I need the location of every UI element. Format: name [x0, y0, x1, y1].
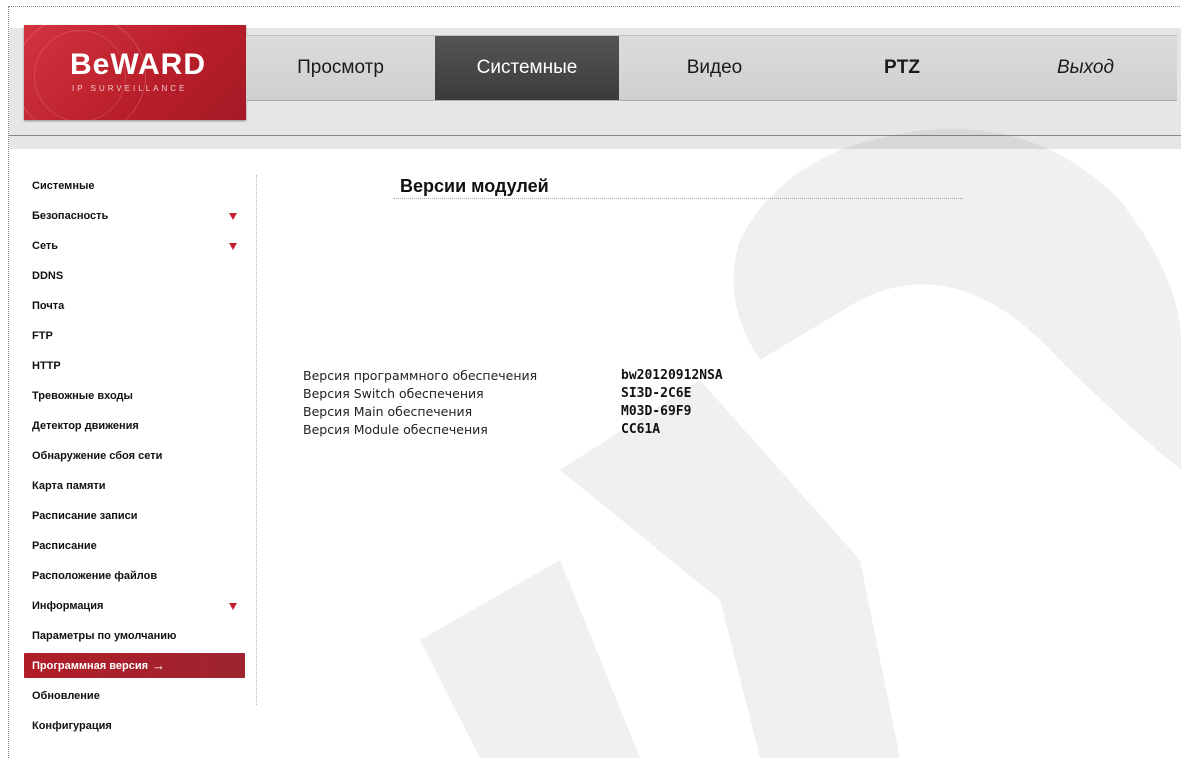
- version-label: Версия Main обеспечения: [303, 403, 473, 419]
- sidebar-item-label: Карта памяти: [32, 480, 106, 492]
- sidebar-item-label: Почта: [32, 300, 65, 312]
- logo-wordmark: BeWARD: [70, 48, 207, 81]
- sidebar-divider: [256, 175, 257, 705]
- expand-arrow-icon[interactable]: [229, 243, 237, 250]
- version-row: Версия Module обеспечения CC61A: [303, 420, 723, 438]
- tab-ptz[interactable]: PTZ: [810, 36, 994, 100]
- sidebar-item-mail[interactable]: Почта: [24, 291, 245, 321]
- sidebar-item-memory-card[interactable]: Карта памяти: [24, 471, 245, 501]
- sidebar-item-label: Информация: [32, 600, 104, 612]
- sidebar-item-label: Обновление: [32, 690, 100, 702]
- arrow-right-icon: →: [152, 658, 166, 673]
- sidebar-item-file-location[interactable]: Расположение файлов: [24, 561, 245, 591]
- expand-arrow-icon[interactable]: [229, 213, 237, 220]
- sidebar-item-label: Сеть: [32, 240, 59, 252]
- sidebar-item-label: Безопасность: [32, 210, 109, 222]
- sidebar-item-defaults[interactable]: Параметры по умолчанию: [24, 621, 245, 651]
- version-row: Версия программного обеспечения bw201209…: [303, 366, 723, 384]
- sidebar-item-motion-detector[interactable]: Детектор движения: [24, 411, 245, 441]
- sidebar-item-firmware-version[interactable]: Программная версия →: [24, 653, 245, 678]
- version-row: Версия Main обеспечения M03D-69F9: [303, 402, 723, 420]
- sidebar-item-label: Расположение файлов: [32, 570, 158, 582]
- tab-system[interactable]: Системные: [435, 36, 619, 100]
- sidebar-item-http[interactable]: HTTP: [24, 351, 245, 381]
- page-title: Версии модулей: [400, 176, 549, 196]
- sidebar-item-label: Параметры по умолчанию: [32, 630, 177, 642]
- version-label: Версия программного обеспечения: [303, 367, 538, 383]
- sidebar-item-information[interactable]: Информация: [24, 591, 245, 621]
- sidebar-item-update[interactable]: Обновление: [24, 681, 245, 711]
- version-value: bw20120912NSA: [621, 367, 723, 383]
- sidebar-item-security[interactable]: Безопасность: [24, 201, 245, 231]
- tab-view[interactable]: Просмотр: [246, 36, 435, 100]
- sidebar-item-network-failure[interactable]: Обнаружение сбоя сети: [24, 441, 245, 471]
- sidebar-item-label: Расписание записи: [32, 510, 138, 522]
- version-value: CC61A: [621, 421, 661, 437]
- logo-tagline: IP SURVEILLANCE: [72, 84, 188, 93]
- sidebar-item-record-schedule[interactable]: Расписание записи: [24, 501, 245, 531]
- expand-arrow-icon[interactable]: [229, 603, 237, 610]
- version-value: M03D-69F9: [621, 403, 692, 419]
- sidebar-item-configuration[interactable]: Конфигурация: [24, 711, 245, 741]
- sidebar-item-system[interactable]: Системные: [24, 171, 245, 201]
- sidebar: Системные Безопасность Сеть DDNS Почта F…: [24, 168, 254, 756]
- sidebar-item-label: HTTP: [32, 360, 61, 372]
- sidebar-item-label: Системные: [32, 180, 95, 192]
- sidebar-item-label: Детектор движения: [32, 420, 139, 432]
- sidebar-item-network[interactable]: Сеть: [24, 231, 245, 261]
- versions-table: Версия программного обеспечения bw201209…: [303, 366, 723, 438]
- beward-logo[interactable]: BeWARD IP SURVEILLANCE: [24, 25, 246, 120]
- sidebar-item-alarm-inputs[interactable]: Тревожные входы: [24, 381, 245, 411]
- sidebar-item-label: FTP: [32, 330, 53, 342]
- sidebar-item-label: Тревожные входы: [32, 390, 133, 402]
- title-divider: [393, 198, 963, 199]
- version-row: Версия Switch обеспечения SI3D-2C6E: [303, 384, 723, 402]
- sidebar-item-ftp[interactable]: FTP: [24, 321, 245, 351]
- sidebar-item-schedule[interactable]: Расписание: [24, 531, 245, 561]
- top-nav: Просмотр Системные Видео PTZ Выход: [246, 35, 1177, 101]
- sidebar-item-label: Расписание: [32, 540, 97, 552]
- header-divider: [9, 135, 1181, 136]
- sidebar-item-label: Конфигурация: [32, 720, 112, 732]
- sidebar-item-label: Обнаружение сбоя сети: [32, 450, 163, 462]
- sidebar-item-label: Программная версия: [32, 659, 149, 672]
- sidebar-item-ddns[interactable]: DDNS: [24, 261, 245, 291]
- version-value: SI3D-2C6E: [621, 385, 692, 401]
- tab-logout[interactable]: Выход: [994, 36, 1177, 100]
- version-label: Версия Switch обеспечения: [303, 385, 484, 401]
- tab-video[interactable]: Видео: [619, 36, 810, 100]
- sidebar-item-label: DDNS: [32, 270, 64, 282]
- version-label: Версия Module обеспечения: [303, 421, 488, 437]
